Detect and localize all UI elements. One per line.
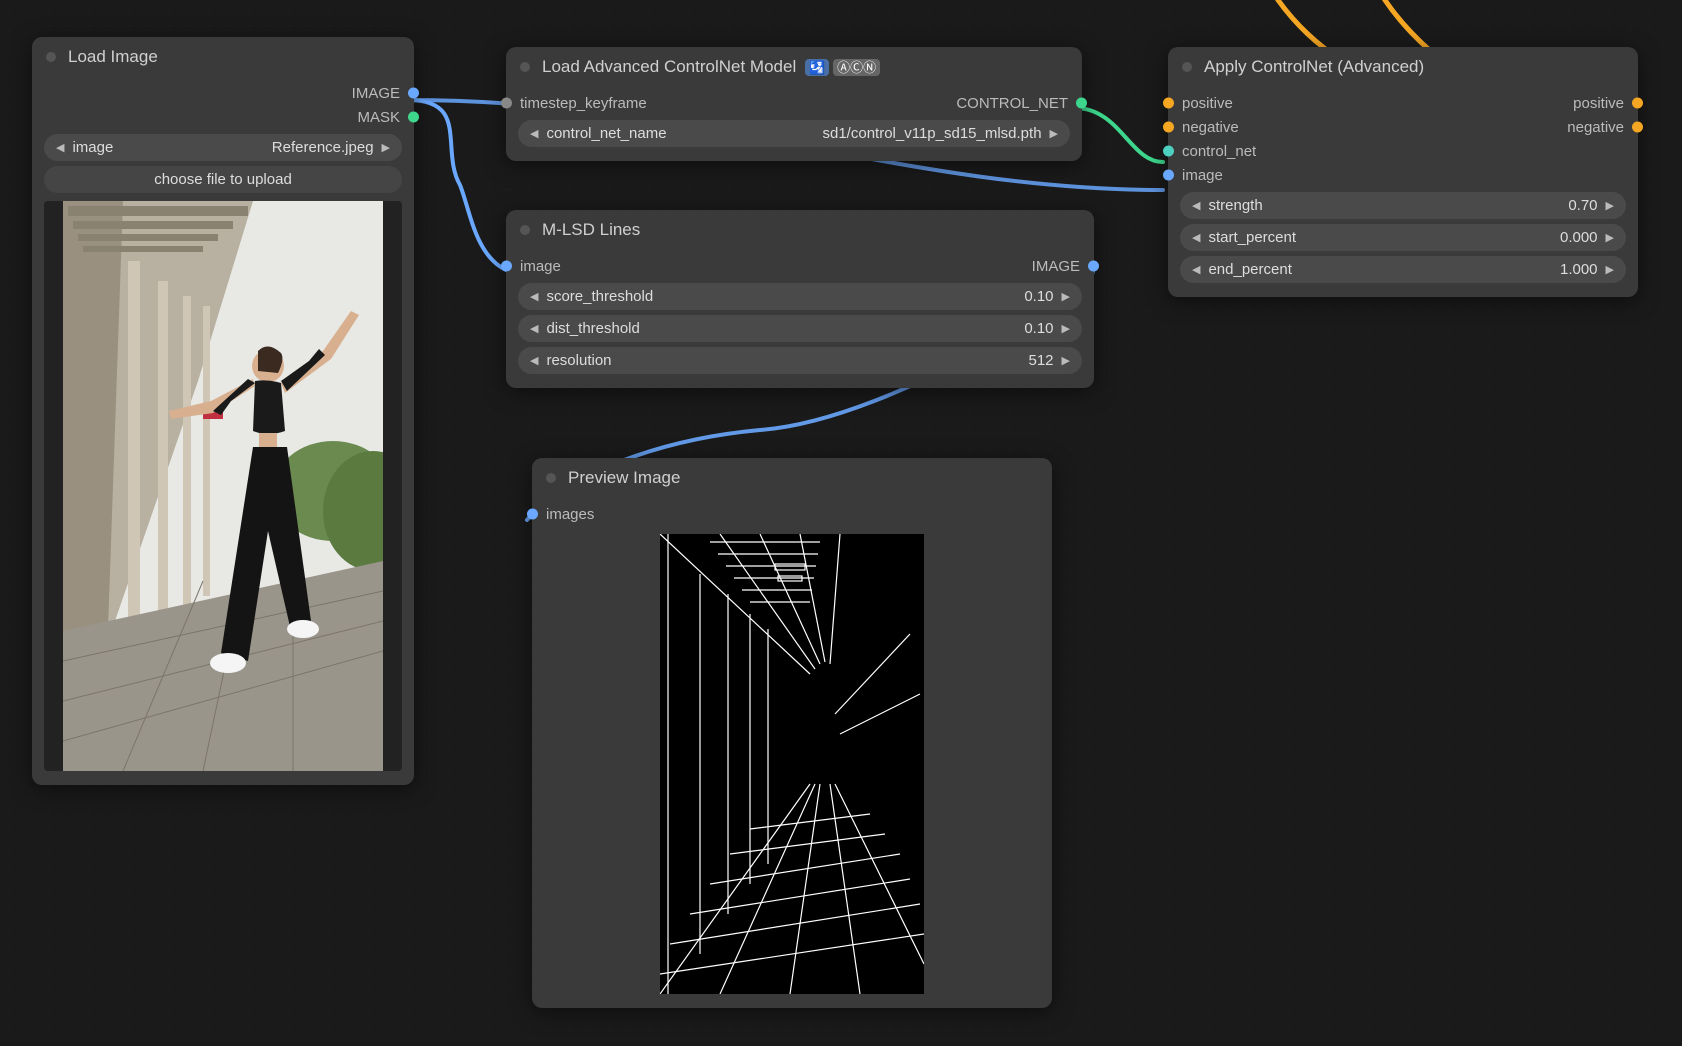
controlnet-name-widget[interactable]: ◀ control_net_name sd1/control_v11p_sd15… [518,120,1070,147]
input-label-image: image [520,258,561,275]
output-label-image: IMAGE [352,85,400,102]
badge-acn-icon: ⒶⒸⓃ [833,59,880,76]
upload-button[interactable]: choose file to upload [44,166,402,193]
collapse-dot-icon[interactable] [546,473,556,483]
node-preview-image[interactable]: Preview Image images [532,458,1052,1008]
node-header[interactable]: Load Advanced ControlNet Model 🛂ⒶⒸⓃ [506,47,1082,85]
node-mlsd[interactable]: M-LSD Lines image IMAGE ◀ score_threshol… [506,210,1094,388]
node-header[interactable]: Preview Image [532,458,1052,496]
widget-value: 1.000 [1292,261,1598,278]
widget-label: start_percent [1208,229,1296,246]
output-label-negative: negative [1567,119,1624,136]
collapse-dot-icon[interactable] [46,52,56,62]
input-label-images: images [546,506,594,523]
output-label-image: IMAGE [1032,258,1080,275]
widget-label: end_percent [1208,261,1291,278]
widget-label: control_net_name [546,125,666,142]
arrow-left-icon[interactable]: ◀ [52,141,68,154]
arrow-right-icon[interactable]: ▶ [378,141,394,154]
preview-output [544,534,1040,994]
widget-label: resolution [546,352,611,369]
output-port-negative[interactable] [1632,122,1643,133]
arrow-left-icon[interactable]: ◀ [1188,199,1204,212]
output-port-image[interactable] [408,88,419,99]
arrow-left-icon[interactable]: ◀ [1188,231,1204,244]
widget-value: 0.70 [1263,197,1598,214]
arrow-right-icon[interactable]: ▶ [1046,127,1062,140]
arrow-right-icon[interactable]: ▶ [1602,199,1618,212]
image-selector-widget[interactable]: ◀ image Reference.jpeg ▶ [44,134,402,161]
dist-threshold-widget[interactable]: ◀ dist_threshold 0.10 ▶ [518,315,1082,342]
node-header[interactable]: Apply ControlNet (Advanced) [1168,47,1638,85]
widget-label: strength [1208,197,1262,214]
node-title: Load Advanced ControlNet Model 🛂ⒶⒸⓃ [542,57,880,77]
input-label-image: image [1182,167,1223,184]
node-load-controlnet[interactable]: Load Advanced ControlNet Model 🛂ⒶⒸⓃ time… [506,47,1082,161]
widget-value: Reference.jpeg [113,139,373,156]
input-port-timestep[interactable] [501,98,512,109]
input-label-negative: negative [1182,119,1239,136]
node-title: Preview Image [568,468,680,488]
collapse-dot-icon[interactable] [520,225,530,235]
node-title: Load Image [68,47,158,67]
input-port-negative[interactable] [1163,122,1174,133]
node-header[interactable]: M-LSD Lines [506,210,1094,248]
output-label-mask: MASK [357,109,400,126]
input-port-image[interactable] [1163,170,1174,181]
widget-value: 0.10 [653,288,1053,305]
arrow-left-icon[interactable]: ◀ [526,322,542,335]
output-port-positive[interactable] [1632,98,1643,109]
arrow-right-icon[interactable]: ▶ [1058,354,1074,367]
arrow-left-icon[interactable]: ◀ [526,354,542,367]
widget-value: 0.10 [640,320,1054,337]
input-port-positive[interactable] [1163,98,1174,109]
arrow-left-icon[interactable]: ◀ [1188,263,1204,276]
resolution-widget[interactable]: ◀ resolution 512 ▶ [518,347,1082,374]
arrow-right-icon[interactable]: ▶ [1058,322,1074,335]
node-title: Apply ControlNet (Advanced) [1204,57,1424,77]
badge-icon: 🛂 [805,59,829,76]
collapse-dot-icon[interactable] [1182,62,1192,72]
upload-button-label: choose file to upload [154,171,292,188]
widget-value: 512 [612,352,1054,369]
score-threshold-widget[interactable]: ◀ score_threshold 0.10 ▶ [518,283,1082,310]
widget-label: score_threshold [546,288,653,305]
output-label-controlnet: CONTROL_NET [956,95,1068,112]
output-port-mask[interactable] [408,112,419,123]
widget-label: dist_threshold [546,320,639,337]
input-label-timestep: timestep_keyframe [520,95,647,112]
arrow-right-icon[interactable]: ▶ [1602,263,1618,276]
widget-value: 0.000 [1296,229,1598,246]
arrow-right-icon[interactable]: ▶ [1602,231,1618,244]
output-port-image[interactable] [1088,261,1099,272]
input-port-controlnet[interactable] [1163,146,1174,157]
input-port-images[interactable] [527,509,538,520]
output-label-positive: positive [1573,95,1624,112]
input-label-controlnet: control_net [1182,143,1256,160]
node-load-image[interactable]: Load Image IMAGE MASK ◀ image Reference.… [32,37,414,785]
collapse-dot-icon[interactable] [520,62,530,72]
input-port-image[interactable] [501,261,512,272]
widget-value: sd1/control_v11p_sd15_mlsd.pth [667,125,1042,142]
widget-label: image [72,139,113,156]
node-header[interactable]: Load Image [32,37,414,75]
strength-widget[interactable]: ◀ strength 0.70 ▶ [1180,192,1626,219]
node-title: M-LSD Lines [542,220,640,240]
arrow-left-icon[interactable]: ◀ [526,127,542,140]
arrow-right-icon[interactable]: ▶ [1058,290,1074,303]
start-percent-widget[interactable]: ◀ start_percent 0.000 ▶ [1180,224,1626,251]
image-preview [44,201,402,771]
output-port-controlnet[interactable] [1076,98,1087,109]
end-percent-widget[interactable]: ◀ end_percent 1.000 ▶ [1180,256,1626,283]
node-apply-controlnet[interactable]: Apply ControlNet (Advanced) positive pos… [1168,47,1638,297]
arrow-left-icon[interactable]: ◀ [526,290,542,303]
input-label-positive: positive [1182,95,1233,112]
